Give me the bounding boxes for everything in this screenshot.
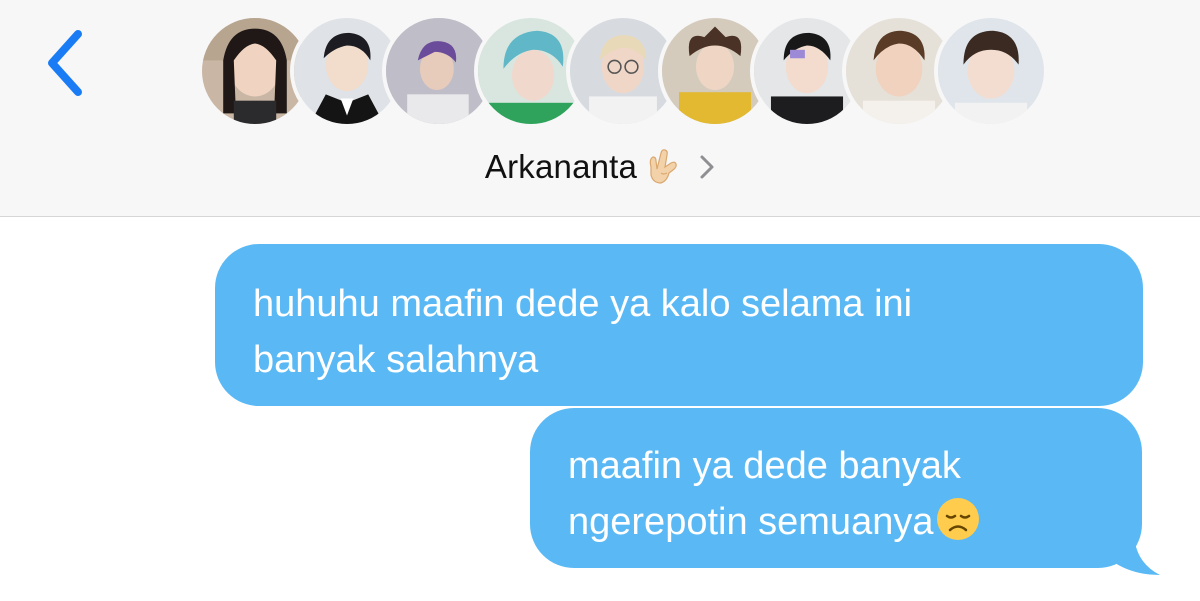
conversation-header: Arkananta <box>0 0 1200 217</box>
group-details-link[interactable]: Arkananta <box>0 145 1200 189</box>
outgoing-message-bubble[interactable]: maafin ya dede banyak ngerepotin semuany… <box>530 408 1142 568</box>
disappointed-face-emoji <box>937 498 980 540</box>
chevron-right-icon <box>700 155 714 179</box>
avatar[interactable] <box>934 14 1048 128</box>
message-line: maafin ya dede banyak <box>568 445 961 487</box>
message-line: banyak salahnya <box>253 339 539 381</box>
group-name: Arkananta <box>484 148 638 185</box>
bubble-tail <box>1112 535 1160 575</box>
message-thread: huhuhu maafin dede ya kalo selama ini ba… <box>0 217 1200 601</box>
sign-of-horns-emoji <box>649 149 677 184</box>
outgoing-message-bubble[interactable]: huhuhu maafin dede ya kalo selama ini ba… <box>215 244 1143 406</box>
message-line: huhuhu maafin dede ya kalo selama ini <box>253 283 913 325</box>
back-button[interactable] <box>38 28 94 98</box>
participant-avatars[interactable] <box>198 14 1048 132</box>
chevron-left-icon <box>48 30 82 96</box>
message-line: ngerepotin semuanya <box>568 501 934 543</box>
